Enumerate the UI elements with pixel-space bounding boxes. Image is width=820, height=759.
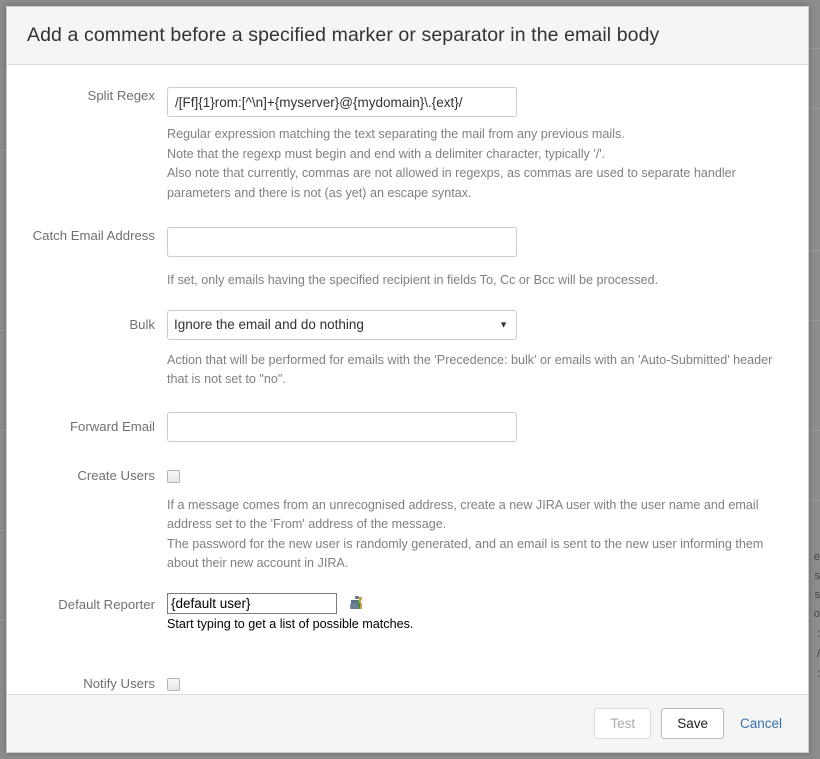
background-rule [0,330,5,331]
field-bulk: Bulk Ignore the email and do nothing For… [7,309,808,390]
dialog-header: Add a comment before a specified marker … [7,7,808,65]
dialog-body: Split Regex Regular expression matching … [7,65,808,694]
bulk-description: Action that will be performed for emails… [167,351,779,390]
desc-line: If a message comes from an unrecognised … [167,497,759,532]
default-reporter-description: Start typing to get a list of possible m… [167,616,792,632]
desc-line: Action that will be performed for emails… [167,352,773,387]
test-button[interactable]: Test [594,708,652,739]
split-regex-label: Split Regex [87,88,155,103]
notify-users-checkbox[interactable] [167,678,180,692]
desc-line: Regular expression matching the text sep… [167,127,625,141]
page-title: Add a comment before a specified marker … [27,24,660,46]
split-regex-description: Regular expression matching the text sep… [167,125,779,203]
bulk-label: Bulk [129,316,155,332]
background-fragment: s [814,570,820,582]
field-catch-email-address: Catch Email Address If set, only emails … [7,227,808,291]
desc-line: Start typing to get a list of possible m… [167,616,414,631]
save-button[interactable]: Save [661,708,724,739]
background-fragment: o [813,608,820,620]
field-default-reporter: Default Reporter {default user} Start ty… [7,592,808,632]
create-users-description: If a message comes from an unrecognised … [167,496,779,574]
desc-line: The password for the new user is randoml… [167,536,764,571]
desc-line: Note that the regexp must begin and end … [167,146,606,161]
user-picker-icon[interactable] [349,595,365,611]
field-split-regex: Split Regex Regular expression matching … [7,87,808,203]
field-forward-email: Forward Email [7,411,808,442]
catch-email-address-description: If set, only emails having the specified… [167,271,779,291]
background-fragment: e [813,551,820,563]
field-create-users: Create Users If a message comes from an … [7,467,808,574]
notify-users-label: Notify Users [83,675,155,691]
forward-email-input[interactable] [167,411,517,442]
background-rule [0,530,5,531]
dialog-footer: Test Save Cancel [7,694,808,752]
desc-line: Also note that currently, commas are not… [167,166,736,200]
split-regex-input[interactable] [167,87,517,117]
background-rule [0,150,5,151]
forward-email-label: Forward Email [69,418,155,434]
default-reporter-input[interactable] [167,592,337,614]
catch-email-address-input[interactable] [167,227,517,257]
cancel-link[interactable]: Cancel [734,709,788,738]
bulk-select[interactable]: Ignore the email and do nothing Forward … [167,309,517,340]
background-fragment: s [814,589,820,601]
catch-email-address-label: Catch Email Address [32,228,155,243]
create-users-label: Create Users [77,467,155,483]
field-notify-users: Notify Users If Create Users is set and … [7,675,808,695]
bulk-select-wrap: Ignore the email and do nothing Forward … [167,309,517,340]
desc-line: If set, only emails having the specified… [167,273,659,287]
background-rule [0,620,5,621]
background-rule [0,430,5,431]
create-users-checkbox[interactable] [167,470,180,484]
default-reporter-label: Default Reporter [58,596,155,612]
modal-dialog: Add a comment before a specified marker … [6,6,809,753]
